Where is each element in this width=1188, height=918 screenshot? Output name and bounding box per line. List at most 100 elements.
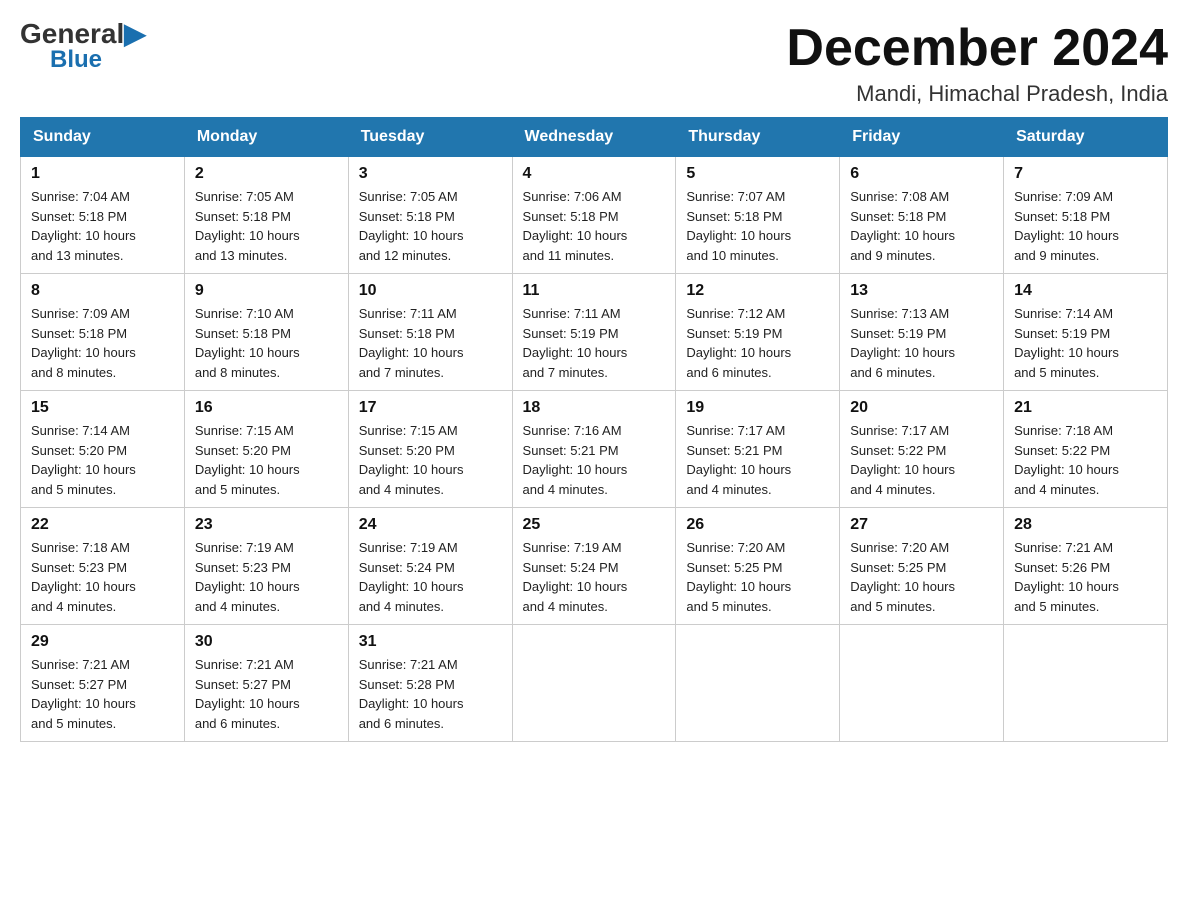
day-number: 21 [1014, 399, 1157, 417]
calendar-cell: 2 Sunrise: 7:05 AMSunset: 5:18 PMDayligh… [184, 157, 348, 274]
day-number: 14 [1014, 282, 1157, 300]
week-row-1: 1 Sunrise: 7:04 AMSunset: 5:18 PMDayligh… [21, 157, 1168, 274]
day-number: 15 [31, 399, 174, 417]
day-info: Sunrise: 7:20 AMSunset: 5:25 PMDaylight:… [686, 538, 829, 616]
day-number: 18 [523, 399, 666, 417]
day-info: Sunrise: 7:18 AMSunset: 5:22 PMDaylight:… [1014, 421, 1157, 499]
calendar-cell: 14 Sunrise: 7:14 AMSunset: 5:19 PMDaylig… [1004, 274, 1168, 391]
day-info: Sunrise: 7:20 AMSunset: 5:25 PMDaylight:… [850, 538, 993, 616]
day-number: 25 [523, 516, 666, 534]
week-row-2: 8 Sunrise: 7:09 AMSunset: 5:18 PMDayligh… [21, 274, 1168, 391]
calendar-cell: 17 Sunrise: 7:15 AMSunset: 5:20 PMDaylig… [348, 391, 512, 508]
calendar-cell: 31 Sunrise: 7:21 AMSunset: 5:28 PMDaylig… [348, 625, 512, 742]
day-info: Sunrise: 7:17 AMSunset: 5:22 PMDaylight:… [850, 421, 993, 499]
calendar-cell [512, 625, 676, 742]
header-sunday: Sunday [21, 118, 185, 157]
calendar-cell: 24 Sunrise: 7:19 AMSunset: 5:24 PMDaylig… [348, 508, 512, 625]
day-number: 3 [359, 165, 502, 183]
header-monday: Monday [184, 118, 348, 157]
day-info: Sunrise: 7:21 AMSunset: 5:27 PMDaylight:… [195, 655, 338, 733]
day-number: 12 [686, 282, 829, 300]
day-info: Sunrise: 7:07 AMSunset: 5:18 PMDaylight:… [686, 187, 829, 265]
day-number: 22 [31, 516, 174, 534]
header-saturday: Saturday [1004, 118, 1168, 157]
calendar-cell: 1 Sunrise: 7:04 AMSunset: 5:18 PMDayligh… [21, 157, 185, 274]
day-info: Sunrise: 7:06 AMSunset: 5:18 PMDaylight:… [523, 187, 666, 265]
calendar-cell: 8 Sunrise: 7:09 AMSunset: 5:18 PMDayligh… [21, 274, 185, 391]
day-info: Sunrise: 7:18 AMSunset: 5:23 PMDaylight:… [31, 538, 174, 616]
calendar-cell [840, 625, 1004, 742]
calendar-cell: 13 Sunrise: 7:13 AMSunset: 5:19 PMDaylig… [840, 274, 1004, 391]
day-info: Sunrise: 7:05 AMSunset: 5:18 PMDaylight:… [359, 187, 502, 265]
day-info: Sunrise: 7:05 AMSunset: 5:18 PMDaylight:… [195, 187, 338, 265]
calendar-cell: 22 Sunrise: 7:18 AMSunset: 5:23 PMDaylig… [21, 508, 185, 625]
calendar-cell: 11 Sunrise: 7:11 AMSunset: 5:19 PMDaylig… [512, 274, 676, 391]
day-number: 30 [195, 633, 338, 651]
day-info: Sunrise: 7:11 AMSunset: 5:19 PMDaylight:… [523, 304, 666, 382]
calendar-cell [1004, 625, 1168, 742]
day-info: Sunrise: 7:14 AMSunset: 5:19 PMDaylight:… [1014, 304, 1157, 382]
weekday-header-row: Sunday Monday Tuesday Wednesday Thursday… [21, 118, 1168, 157]
calendar-cell: 27 Sunrise: 7:20 AMSunset: 5:25 PMDaylig… [840, 508, 1004, 625]
day-number: 6 [850, 165, 993, 183]
day-number: 7 [1014, 165, 1157, 183]
day-number: 9 [195, 282, 338, 300]
calendar-cell: 23 Sunrise: 7:19 AMSunset: 5:23 PMDaylig… [184, 508, 348, 625]
week-row-3: 15 Sunrise: 7:14 AMSunset: 5:20 PMDaylig… [21, 391, 1168, 508]
day-info: Sunrise: 7:04 AMSunset: 5:18 PMDaylight:… [31, 187, 174, 265]
day-info: Sunrise: 7:14 AMSunset: 5:20 PMDaylight:… [31, 421, 174, 499]
calendar-cell: 18 Sunrise: 7:16 AMSunset: 5:21 PMDaylig… [512, 391, 676, 508]
header-wednesday: Wednesday [512, 118, 676, 157]
day-info: Sunrise: 7:21 AMSunset: 5:26 PMDaylight:… [1014, 538, 1157, 616]
calendar-cell: 28 Sunrise: 7:21 AMSunset: 5:26 PMDaylig… [1004, 508, 1168, 625]
day-number: 26 [686, 516, 829, 534]
day-info: Sunrise: 7:09 AMSunset: 5:18 PMDaylight:… [1014, 187, 1157, 265]
calendar-cell: 3 Sunrise: 7:05 AMSunset: 5:18 PMDayligh… [348, 157, 512, 274]
day-number: 19 [686, 399, 829, 417]
calendar-cell: 20 Sunrise: 7:17 AMSunset: 5:22 PMDaylig… [840, 391, 1004, 508]
day-number: 31 [359, 633, 502, 651]
header-tuesday: Tuesday [348, 118, 512, 157]
day-info: Sunrise: 7:09 AMSunset: 5:18 PMDaylight:… [31, 304, 174, 382]
day-number: 2 [195, 165, 338, 183]
calendar-title: December 2024 [786, 20, 1168, 77]
calendar-cell: 29 Sunrise: 7:21 AMSunset: 5:27 PMDaylig… [21, 625, 185, 742]
calendar-cell: 25 Sunrise: 7:19 AMSunset: 5:24 PMDaylig… [512, 508, 676, 625]
calendar-cell: 15 Sunrise: 7:14 AMSunset: 5:20 PMDaylig… [21, 391, 185, 508]
logo: General▶ Blue [20, 20, 146, 72]
calendar-subtitle: Mandi, Himachal Pradesh, India [786, 81, 1168, 107]
page-header: General▶ Blue December 2024 Mandi, Himac… [20, 20, 1168, 107]
day-info: Sunrise: 7:19 AMSunset: 5:23 PMDaylight:… [195, 538, 338, 616]
calendar-cell: 4 Sunrise: 7:06 AMSunset: 5:18 PMDayligh… [512, 157, 676, 274]
day-info: Sunrise: 7:15 AMSunset: 5:20 PMDaylight:… [195, 421, 338, 499]
logo-general-text: General▶ [20, 20, 146, 48]
day-number: 17 [359, 399, 502, 417]
header-thursday: Thursday [676, 118, 840, 157]
week-row-5: 29 Sunrise: 7:21 AMSunset: 5:27 PMDaylig… [21, 625, 1168, 742]
week-row-4: 22 Sunrise: 7:18 AMSunset: 5:23 PMDaylig… [21, 508, 1168, 625]
calendar-cell [676, 625, 840, 742]
day-number: 10 [359, 282, 502, 300]
calendar-cell: 12 Sunrise: 7:12 AMSunset: 5:19 PMDaylig… [676, 274, 840, 391]
day-number: 20 [850, 399, 993, 417]
calendar-cell: 16 Sunrise: 7:15 AMSunset: 5:20 PMDaylig… [184, 391, 348, 508]
day-number: 28 [1014, 516, 1157, 534]
day-info: Sunrise: 7:21 AMSunset: 5:27 PMDaylight:… [31, 655, 174, 733]
header-friday: Friday [840, 118, 1004, 157]
title-section: December 2024 Mandi, Himachal Pradesh, I… [786, 20, 1168, 107]
day-info: Sunrise: 7:13 AMSunset: 5:19 PMDaylight:… [850, 304, 993, 382]
day-info: Sunrise: 7:08 AMSunset: 5:18 PMDaylight:… [850, 187, 993, 265]
day-number: 16 [195, 399, 338, 417]
day-number: 11 [523, 282, 666, 300]
calendar-cell: 10 Sunrise: 7:11 AMSunset: 5:18 PMDaylig… [348, 274, 512, 391]
calendar-cell: 26 Sunrise: 7:20 AMSunset: 5:25 PMDaylig… [676, 508, 840, 625]
calendar-cell: 30 Sunrise: 7:21 AMSunset: 5:27 PMDaylig… [184, 625, 348, 742]
day-number: 8 [31, 282, 174, 300]
day-info: Sunrise: 7:15 AMSunset: 5:20 PMDaylight:… [359, 421, 502, 499]
day-info: Sunrise: 7:19 AMSunset: 5:24 PMDaylight:… [359, 538, 502, 616]
day-number: 23 [195, 516, 338, 534]
day-number: 13 [850, 282, 993, 300]
calendar-table: Sunday Monday Tuesday Wednesday Thursday… [20, 117, 1168, 742]
calendar-cell: 9 Sunrise: 7:10 AMSunset: 5:18 PMDayligh… [184, 274, 348, 391]
day-number: 5 [686, 165, 829, 183]
